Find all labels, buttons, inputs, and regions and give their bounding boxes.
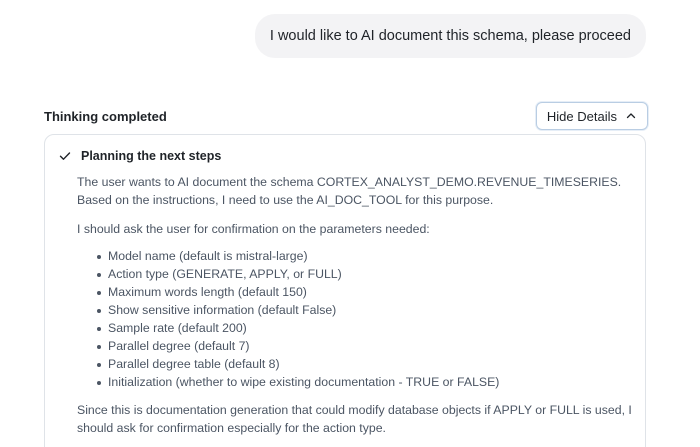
chevron-up-icon	[625, 110, 637, 122]
hide-details-button[interactable]: Hide Details	[535, 102, 648, 130]
thinking-status-label: Thinking completed	[44, 108, 167, 124]
list-item: Initialization (whether to wipe existing…	[97, 373, 637, 391]
list-item: Action type (GENERATE, APPLY, or FULL)	[97, 265, 637, 283]
parameter-list: Model name (default is mistral-large) Ac…	[77, 247, 637, 391]
paragraph-intro: The user wants to AI document the schema…	[77, 175, 622, 207]
thinking-details-panel: Planning the next steps The user wants t…	[44, 134, 646, 447]
list-item: Sample rate (default 200)	[97, 319, 637, 337]
list-item: Model name (default is mistral-large)	[97, 247, 637, 265]
paragraph-action-note: Since this is documentation generation t…	[77, 403, 632, 435]
thinking-content: The user wants to AI document the schema…	[77, 173, 637, 437]
hide-details-label: Hide Details	[546, 108, 617, 124]
list-item: Show sensitive information (default Fals…	[97, 301, 637, 319]
user-message-bubble: I would like to AI document this schema,…	[254, 14, 646, 58]
paragraph-confirmation: I should ask the user for confirmation o…	[77, 222, 430, 236]
check-icon	[59, 150, 71, 162]
step-header[interactable]: Planning the next steps	[59, 149, 221, 163]
chat-page: I would like to AI document this schema,…	[0, 0, 700, 447]
step-title: Planning the next steps	[81, 149, 222, 163]
list-item: Maximum words length (default 150)	[97, 283, 637, 301]
thinking-header: Thinking completed Hide Details	[44, 102, 648, 130]
list-item: Parallel degree table (default 8)	[97, 355, 637, 373]
user-message-text: I would like to AI document this schema,…	[269, 28, 631, 44]
list-item: Parallel degree (default 7)	[97, 337, 637, 355]
